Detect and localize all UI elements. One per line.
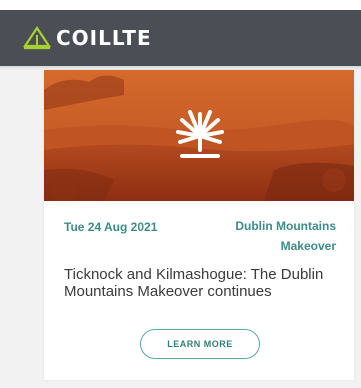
hero-image[interactable]	[44, 70, 354, 201]
tree-triangle-icon[interactable]	[22, 26, 52, 50]
top-strip	[0, 0, 361, 10]
news-card[interactable]: Tue 24 Aug 2021 Dublin Mountains Makeove…	[44, 70, 354, 380]
brand-name[interactable]: COILLTE	[56, 26, 152, 50]
learn-more-button[interactable]: LEARN MORE	[140, 329, 260, 359]
coillte-tree-mark-icon	[176, 110, 224, 158]
post-date: Tue 24 Aug 2021	[64, 220, 158, 234]
category-link[interactable]: Dublin Mountains Makeover	[206, 216, 336, 256]
card-title[interactable]: Ticknock and Kilmashogue: The Dublin Mou…	[64, 266, 336, 300]
site-header: COILLTE	[0, 10, 361, 66]
